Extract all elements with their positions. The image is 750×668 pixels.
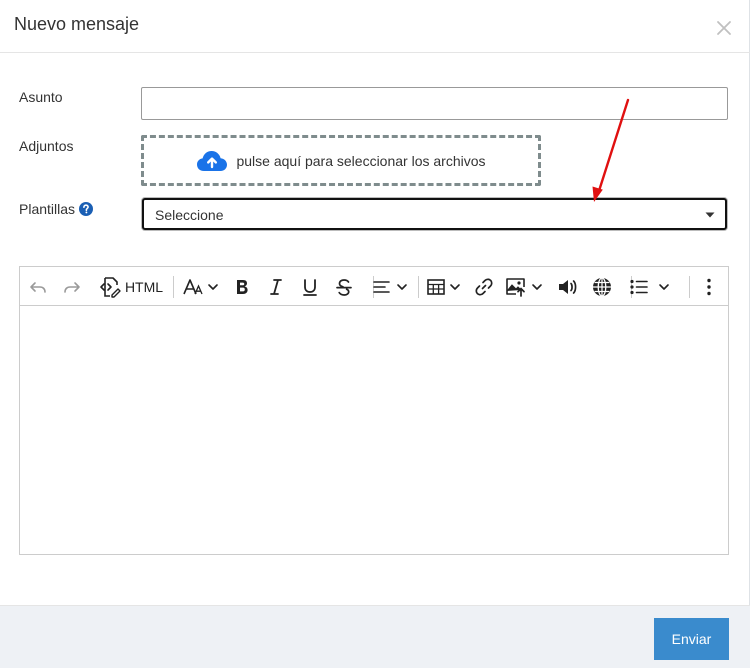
dropzone-text: pulse aquí para seleccionar los archivos xyxy=(236,152,486,169)
caret-down-icon xyxy=(705,212,715,218)
close-button[interactable] xyxy=(713,17,735,39)
cloud-upload-icon xyxy=(197,150,228,171)
toolbar-separator xyxy=(689,276,690,298)
list-icon xyxy=(630,279,669,294)
new-message-modal: Nuevo mensaje Asunto Adjuntos pulse aquí… xyxy=(0,0,750,668)
more-options-button[interactable] xyxy=(697,267,721,306)
audio-icon xyxy=(559,279,577,294)
subject-input[interactable] xyxy=(141,87,728,120)
templates-select[interactable]: Seleccione xyxy=(142,198,727,230)
attachments-dropzone[interactable]: pulse aquí para seleccionar los archivos xyxy=(141,135,541,186)
font-size-button[interactable] xyxy=(181,267,221,306)
strikethrough-button[interactable] xyxy=(332,267,356,306)
table-button[interactable] xyxy=(424,267,464,306)
image-icon xyxy=(506,277,542,297)
html-label: HTML xyxy=(124,278,164,295)
strikethrough-icon xyxy=(336,278,352,296)
rich-text-editor: HTML xyxy=(19,266,729,555)
redo-icon xyxy=(64,281,80,293)
align-button[interactable] xyxy=(370,267,410,306)
undo-button[interactable] xyxy=(26,267,50,306)
italic-button[interactable] xyxy=(264,267,288,306)
align-icon xyxy=(373,280,407,293)
table-icon xyxy=(427,278,460,295)
templates-label: Plantillas xyxy=(19,201,76,217)
audio-button[interactable] xyxy=(556,267,580,306)
italic-icon xyxy=(270,278,282,295)
templates-label-row: Plantillas xyxy=(19,201,94,217)
subject-label: Asunto xyxy=(19,89,63,105)
list-button[interactable] xyxy=(626,267,672,306)
toolbar-separator xyxy=(173,276,174,298)
redo-button[interactable] xyxy=(60,267,84,306)
font-size-icon xyxy=(183,278,218,294)
modal-footer: Enviar xyxy=(0,605,750,668)
toolbar-separator xyxy=(418,276,419,298)
code-view-icon xyxy=(100,276,121,298)
modal-title: Nuevo mensaje xyxy=(14,14,140,34)
modal-header: Nuevo mensaje xyxy=(0,0,750,53)
more-icon xyxy=(707,278,711,295)
send-button[interactable]: Enviar xyxy=(654,618,729,660)
link-button[interactable] xyxy=(472,267,496,306)
link-icon xyxy=(475,277,493,296)
templates-select-value: Seleccione xyxy=(155,207,224,223)
image-button[interactable] xyxy=(504,267,546,306)
editor-content-area[interactable] xyxy=(20,306,728,554)
globe-icon xyxy=(593,276,611,297)
globe-button[interactable] xyxy=(590,267,614,306)
undo-icon xyxy=(30,281,46,293)
underline-icon xyxy=(303,278,317,296)
editor-toolbar: HTML xyxy=(20,267,728,306)
bold-button[interactable] xyxy=(230,267,254,306)
close-icon xyxy=(717,21,731,35)
bold-icon xyxy=(237,279,248,294)
underline-button[interactable] xyxy=(298,267,322,306)
code-view-button[interactable]: HTML xyxy=(98,267,164,306)
help-icon[interactable] xyxy=(79,202,94,216)
attachments-label: Adjuntos xyxy=(19,138,74,154)
